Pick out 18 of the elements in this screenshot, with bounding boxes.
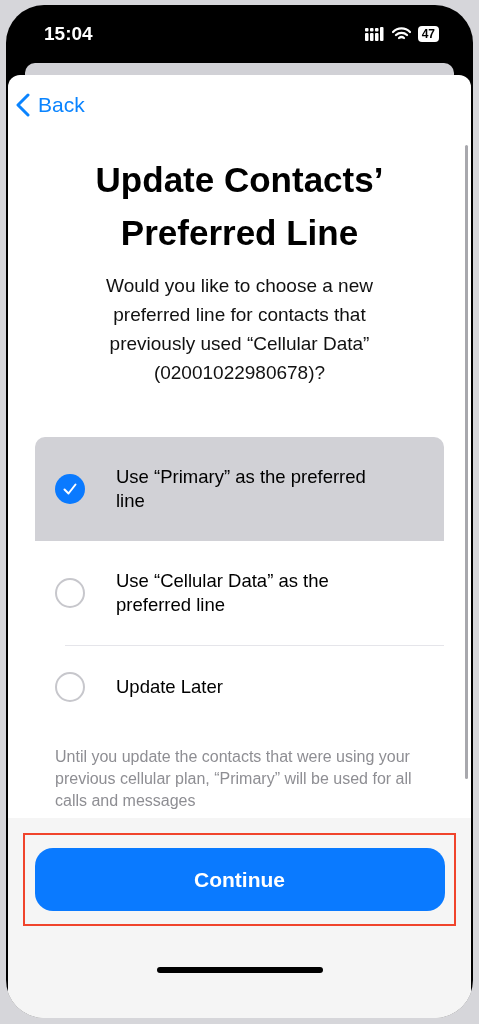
back-button[interactable]: Back bbox=[16, 93, 85, 117]
description-text: Would you like to choose a new preferred line for contacts that previously used “Cellular Data” (02001022980678)? bbox=[105, 274, 374, 385]
option-label: Use “Primary” as the preferred line bbox=[116, 465, 367, 513]
radio-button[interactable] bbox=[55, 578, 85, 608]
checked-radio[interactable] bbox=[55, 474, 85, 504]
wifi-icon bbox=[391, 27, 411, 41]
option-label: Use “Cellular Data” as the preferred line bbox=[116, 569, 330, 617]
signal-icon bbox=[364, 27, 385, 41]
battery-level: 47 bbox=[417, 26, 439, 42]
page-title: Update Contacts’ Preferred Line bbox=[94, 159, 385, 254]
radio-button[interactable] bbox=[55, 672, 85, 702]
footnote-text: Until you update the contacts that were using your previous cellular plan, “Primary” will be used for all calls and messages bbox=[55, 747, 413, 811]
option-row[interactable]: Use “Primary” as the preferred line bbox=[35, 437, 444, 541]
status-time: 15:04 bbox=[44, 23, 93, 45]
chevron-left-icon bbox=[16, 93, 30, 117]
option-label: Update Later bbox=[116, 675, 223, 699]
continue-button[interactable]: Continue bbox=[34, 848, 445, 911]
checkmark-icon bbox=[63, 483, 77, 495]
